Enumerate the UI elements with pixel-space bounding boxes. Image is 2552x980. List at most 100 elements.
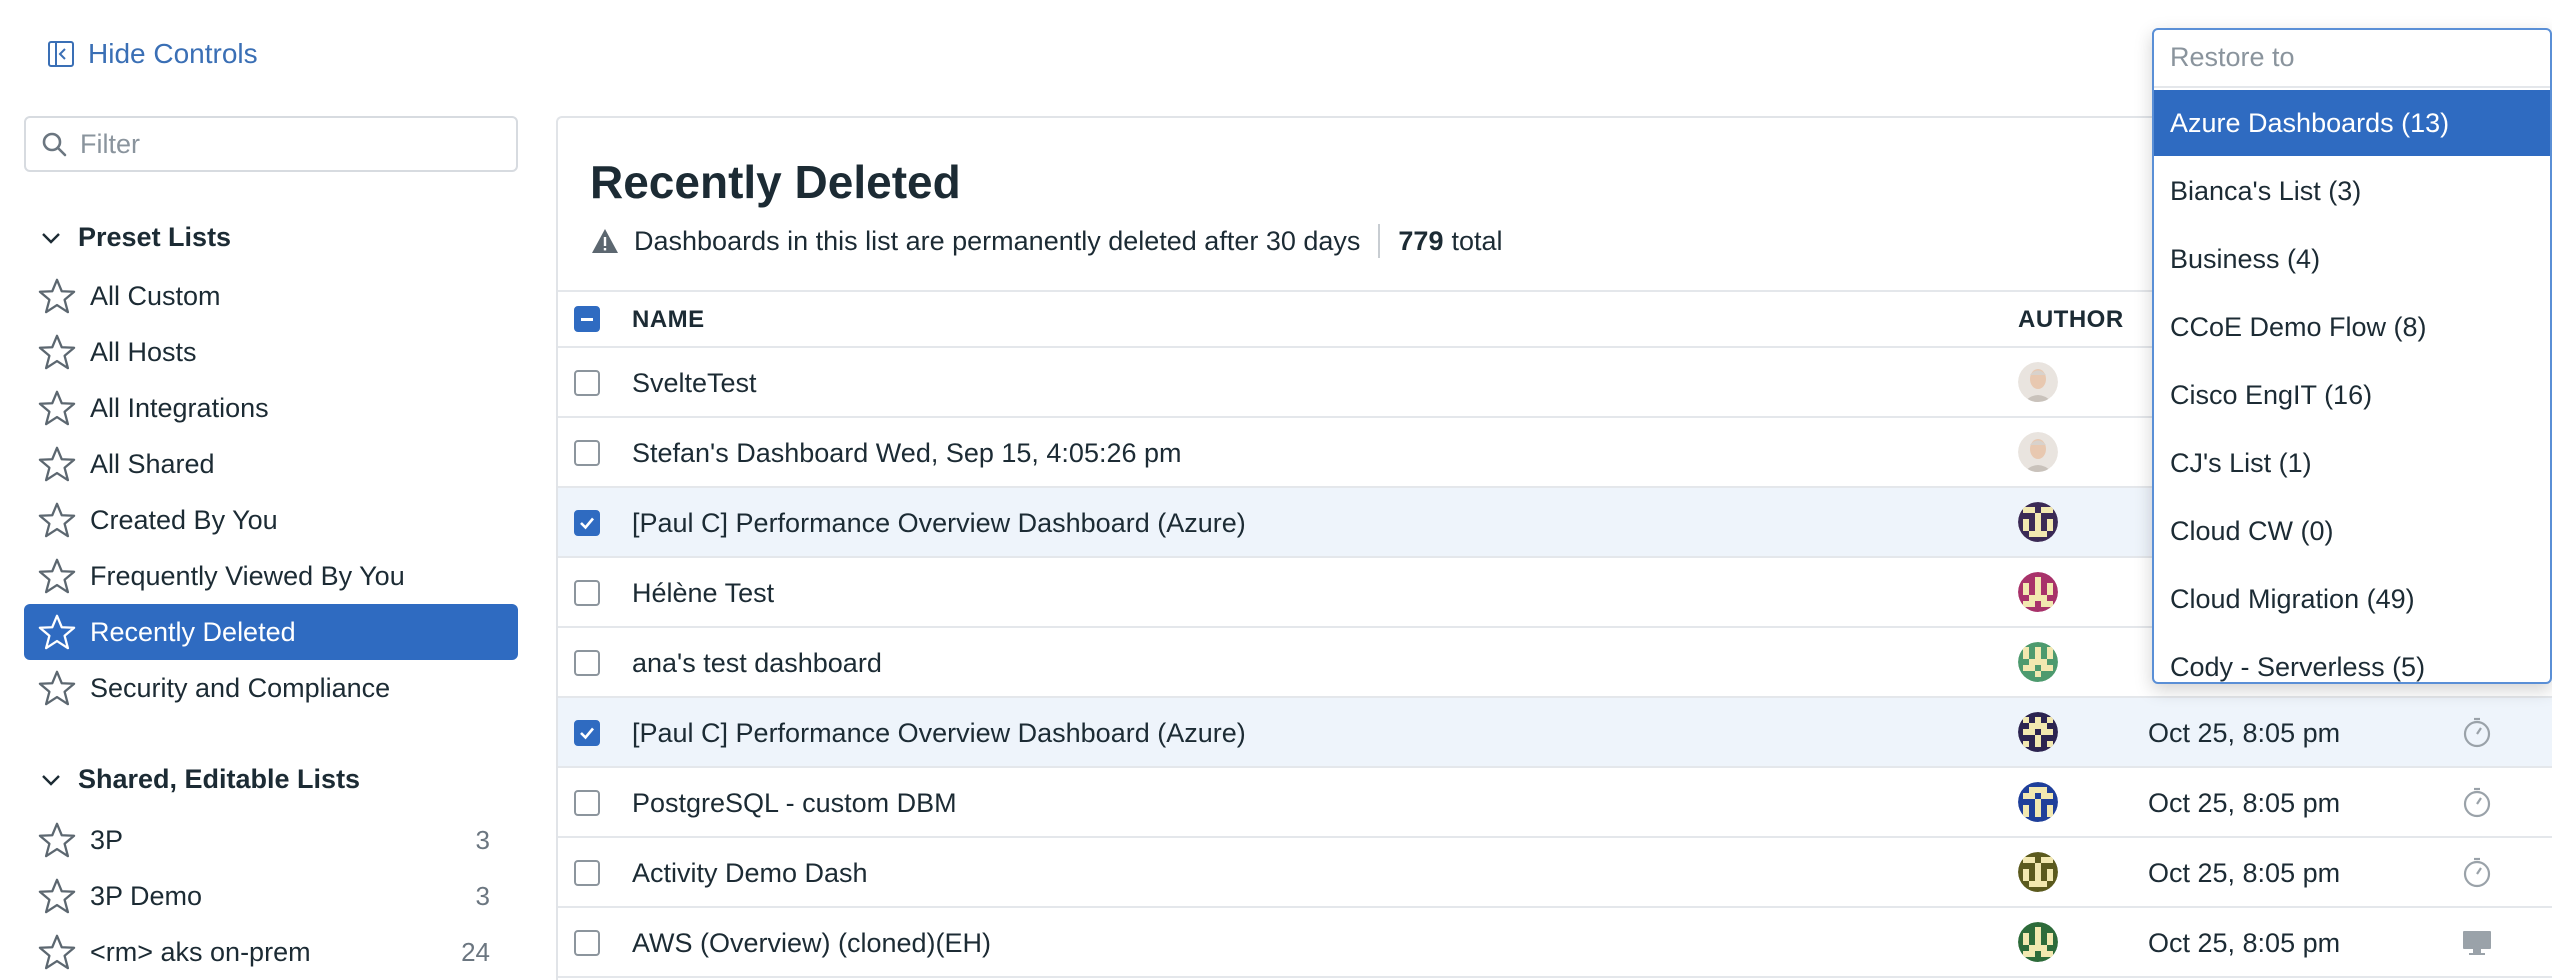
- sidebar-item-security-and-compliance[interactable]: Security and Compliance: [24, 660, 518, 716]
- restore-option[interactable]: CCoE Demo Flow (8): [2154, 294, 2550, 360]
- shared-list-item[interactable]: <rm> aks on-prem 24: [24, 924, 518, 980]
- timer-icon: [2463, 787, 2491, 818]
- restore-option[interactable]: Azure Dashboards (13): [2154, 90, 2550, 156]
- shared-lists-header[interactable]: Shared, Editable Lists: [40, 764, 360, 795]
- row-checkbox[interactable]: [574, 790, 600, 816]
- collapse-panel-icon: [48, 41, 74, 67]
- row-checkbox[interactable]: [574, 580, 600, 606]
- table-row[interactable]: [Paul C] Performance Overview Dashboard …: [558, 698, 2552, 768]
- restore-option[interactable]: Cisco EngIT (16): [2154, 362, 2550, 428]
- sidebar-item-all-shared[interactable]: All Shared: [24, 436, 518, 492]
- sidebar-item-recently-deleted[interactable]: Recently Deleted: [24, 604, 518, 660]
- shared-lists-title: Shared, Editable Lists: [78, 764, 361, 794]
- checkmark-icon: [580, 517, 594, 530]
- dashboard-name-link[interactable]: ana's test dashboard: [632, 648, 882, 679]
- row-checkbox[interactable]: [574, 720, 600, 746]
- star-icon[interactable]: [38, 389, 76, 427]
- sidebar-item-label: All Shared: [90, 448, 215, 479]
- star-icon[interactable]: [38, 277, 76, 315]
- star-icon[interactable]: [38, 669, 76, 707]
- total-count: 779: [1398, 225, 1444, 256]
- star-icon[interactable]: [38, 333, 76, 371]
- table-row[interactable]: Activity Demo Dash Oct 25, 8:05 pm: [558, 838, 2552, 908]
- author-avatar: [2018, 502, 2058, 542]
- filter-input[interactable]: [80, 128, 500, 160]
- table-row[interactable]: AWS (Overview) (cloned)(EH) Oct 25, 8:05 …: [558, 908, 2552, 978]
- deleted-date: Oct 25, 8:05 pm: [2148, 788, 2341, 818]
- checkmark-icon: [580, 727, 594, 740]
- restore-to-dropdown[interactable]: Azure Dashboards (13)Bianca's List (3)Bu…: [2152, 28, 2552, 684]
- author-avatar: [2018, 572, 2058, 612]
- dashboard-name-link[interactable]: PostgreSQL - custom DBM: [632, 788, 957, 819]
- chevron-down-icon: [42, 774, 60, 786]
- preset-lists-header[interactable]: Preset Lists: [40, 222, 231, 253]
- star-icon[interactable]: [38, 877, 76, 915]
- hide-controls-button[interactable]: Hide Controls: [46, 38, 258, 70]
- star-icon[interactable]: [38, 445, 76, 483]
- star-icon[interactable]: [38, 821, 76, 859]
- author-avatar: [2018, 852, 2058, 892]
- column-header-author[interactable]: AUTHOR: [2018, 306, 2124, 334]
- restore-option[interactable]: Cody - Serverless (5): [2154, 634, 2550, 682]
- table-row[interactable]: PostgreSQL - custom DBM Oct 25, 8:05 pm: [558, 768, 2552, 838]
- row-checkbox[interactable]: [574, 930, 600, 956]
- sidebar-item-label: Security and Compliance: [90, 672, 391, 703]
- page-title: Recently Deleted: [590, 156, 961, 208]
- restore-option[interactable]: Cloud CW (0): [2154, 498, 2550, 564]
- row-checkbox[interactable]: [574, 650, 600, 676]
- restore-option[interactable]: Cloud Migration (49): [2154, 566, 2550, 632]
- row-checkbox[interactable]: [574, 440, 600, 466]
- dashboard-name-link[interactable]: Hélène Test: [632, 578, 774, 609]
- shared-list-item[interactable]: 3P 3: [24, 812, 518, 868]
- star-icon[interactable]: [38, 613, 76, 651]
- star-icon[interactable]: [38, 933, 76, 971]
- deleted-date: Oct 25, 8:05 pm: [2148, 718, 2341, 748]
- sidebar-item-all-hosts[interactable]: All Hosts: [24, 324, 518, 380]
- dashboard-name-link[interactable]: [Paul C] Performance Overview Dashboard …: [632, 508, 1246, 539]
- warning-icon: [592, 229, 618, 253]
- list-count: 3: [475, 824, 490, 855]
- shared-list-label: 3P Demo: [90, 880, 203, 911]
- sidebar-item-all-custom[interactable]: All Custom: [24, 268, 518, 324]
- sidebar-item-label: Created By You: [90, 504, 278, 535]
- row-checkbox[interactable]: [574, 860, 600, 886]
- star-icon[interactable]: [38, 557, 76, 595]
- sidebar-item-frequently-viewed-by-you[interactable]: Frequently Viewed By You: [24, 548, 518, 604]
- deletion-notice: Dashboards in this list are permanently …: [590, 224, 1503, 258]
- restore-option[interactable]: CJ's List (1): [2154, 430, 2550, 496]
- dashboard-name-link[interactable]: Stefan's Dashboard Wed, Sep 15, 4:05:26 …: [632, 438, 1182, 469]
- row-checkbox[interactable]: [574, 370, 600, 396]
- row-checkbox[interactable]: [574, 510, 600, 536]
- sidebar-item-created-by-you[interactable]: Created By You: [24, 492, 518, 548]
- sidebar-item-label: All Custom: [90, 280, 221, 311]
- shared-list-item[interactable]: 3P Demo 3: [24, 868, 518, 924]
- dropdown-divider: [2154, 86, 2550, 88]
- author-avatar: [2018, 922, 2058, 962]
- restore-option[interactable]: Business (4): [2154, 226, 2550, 292]
- author-avatar: [2018, 432, 2058, 472]
- minus-icon: [581, 318, 593, 321]
- notice-text: Dashboards in this list are permanently …: [634, 225, 1361, 256]
- shared-list-label: <rm> aks on-prem: [90, 936, 311, 967]
- list-count: 3: [475, 880, 490, 911]
- column-header-name[interactable]: NAME: [632, 306, 705, 334]
- restore-option[interactable]: Bianca's List (3): [2154, 158, 2550, 224]
- list-count: 24: [461, 936, 490, 967]
- star-icon[interactable]: [38, 501, 76, 539]
- timer-icon: [2463, 717, 2491, 748]
- app-root: Hide Controls Preset Lists All Custom All…: [0, 0, 2552, 980]
- select-all-checkbox[interactable]: [574, 306, 600, 332]
- preset-lists-title: Preset Lists: [78, 222, 232, 252]
- sidebar-item-all-integrations[interactable]: All Integrations: [24, 380, 518, 436]
- author-avatar: [2018, 712, 2058, 752]
- sidebar-item-label: Frequently Viewed By You: [90, 560, 405, 591]
- dashboard-name-link[interactable]: Activity Demo Dash: [632, 858, 868, 889]
- dashboard-name-link[interactable]: [Paul C] Performance Overview Dashboard …: [632, 718, 1246, 749]
- chevron-down-icon: [42, 232, 60, 244]
- search-icon: [42, 132, 67, 157]
- filter-field[interactable]: [24, 116, 518, 172]
- dashboard-name-link[interactable]: SvelteTest: [632, 368, 757, 399]
- dashboard-name-link[interactable]: AWS (Overview) (cloned)(EH): [632, 928, 991, 959]
- restore-to-input[interactable]: [2170, 42, 2540, 73]
- monitor-icon: [2463, 931, 2491, 955]
